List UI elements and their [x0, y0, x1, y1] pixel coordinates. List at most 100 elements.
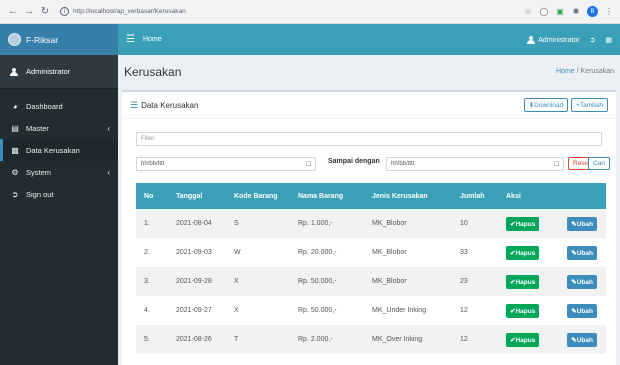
sidebar-item-sign-out[interactable]: ➲ Sign out	[0, 183, 118, 205]
cell-nama: Rp. 50.000,-	[290, 296, 364, 325]
cell-aksi: ✔Hapus ✎Ubah	[498, 267, 606, 296]
cell-nama: Rp. 20.000,-	[290, 238, 364, 267]
tambah-button[interactable]: + Tambah	[571, 98, 608, 112]
cell-kode: X	[226, 267, 290, 296]
cell-no: 2.	[136, 238, 168, 267]
date-to-input[interactable]: hh/bb/tttt □	[386, 157, 564, 171]
ubah-button[interactable]: ✎Ubah	[567, 332, 597, 347]
info-icon[interactable]: i	[60, 7, 69, 16]
column-header[interactable]: Jumlah	[452, 183, 498, 209]
reload-icon[interactable]: ↻	[38, 5, 52, 19]
hapus-button[interactable]: ✔Hapus	[506, 245, 540, 260]
hapus-label: Hapus	[515, 307, 536, 315]
sidebar-item-data-kerusakan[interactable]: ▩ Data Kerusakan	[0, 139, 118, 161]
column-header[interactable]: No	[136, 183, 168, 209]
ubah-button[interactable]: ✎Ubah	[567, 245, 597, 260]
hapus-button[interactable]: ✔Hapus	[506, 332, 540, 347]
list-icon: ☰	[130, 99, 139, 110]
date-from-placeholder: hh/bb/tttt	[141, 161, 165, 167]
box-header: ☰ Data Kerusakan ⬇ Download + Tambah	[122, 92, 616, 119]
cell-no: 1.	[136, 209, 168, 238]
star-icon[interactable]: ☆	[523, 7, 533, 17]
ubah-button[interactable]: ✎Ubah	[567, 303, 597, 318]
ubah-label: Ubah	[576, 249, 593, 257]
calendar-icon[interactable]: □	[307, 161, 311, 168]
kerusakan-table: No Tanggal Kode Barang Nama Barang Jenis…	[136, 183, 606, 354]
calendar-icon[interactable]: □	[555, 161, 559, 168]
hapus-label: Hapus	[515, 249, 536, 257]
tambah-label: Tambah	[579, 101, 603, 109]
date-to-placeholder: hh/bb/tttt	[391, 161, 415, 167]
cogs-icon: ⚙	[11, 167, 19, 177]
box-title-text: Data Kerusakan	[141, 100, 199, 110]
cell-kode: S	[226, 209, 290, 238]
puzzle-icon[interactable]: ✱	[571, 7, 581, 17]
menu-dots-icon[interactable]: ⋮	[604, 7, 614, 17]
ubah-button[interactable]: ✎Ubah	[567, 216, 597, 231]
extension-icon[interactable]: ◯	[539, 7, 549, 17]
filter-input[interactable]: Filter	[136, 132, 602, 146]
table-row: 1. 2021-08-04 S Rp. 1.000,- MK_Blobor 10…	[136, 209, 606, 238]
cell-tanggal: 2021-08-04	[168, 209, 226, 238]
sign-out-top-icon[interactable]: ➲	[590, 36, 596, 44]
profile-avatar-icon[interactable]: B	[587, 6, 598, 17]
forward-icon[interactable]: →	[22, 5, 36, 19]
hapus-button[interactable]: ✔Hapus	[506, 274, 540, 289]
date-from-input[interactable]: hh/bb/tttt □	[136, 157, 316, 171]
cari-button[interactable]: Cari	[588, 157, 610, 170]
sidebar-item-system[interactable]: ⚙ System ‹	[0, 161, 118, 183]
back-icon[interactable]: ←	[6, 5, 20, 19]
table-row: 3. 2021-09-28 X Rp. 50.000,- MK_Blobor 2…	[136, 267, 606, 296]
hamburger-menu-icon[interactable]: ☰	[126, 34, 135, 45]
hapus-label: Hapus	[515, 278, 536, 286]
cell-no: 5.	[136, 325, 168, 354]
cell-tanggal: 2021-09-03	[168, 238, 226, 267]
column-header: Aksi	[498, 183, 606, 209]
download-label: Download	[534, 101, 564, 109]
url-text: http://localhost/ap_verbasar/Kerusakan	[73, 8, 186, 15]
cell-jumlah: 10	[452, 209, 498, 238]
top-home-link[interactable]: Home	[143, 36, 162, 43]
sidebar-item-dashboard[interactable]: ◕ Dashboard	[0, 95, 118, 117]
grid-icon[interactable]: ▦	[605, 36, 612, 44]
ubah-button[interactable]: ✎Ubah	[567, 274, 597, 289]
cell-tanggal: 2021-08-26	[168, 325, 226, 354]
column-header[interactable]: Jenis Kerusakan	[364, 183, 452, 209]
cell-tanggal: 2021-09-27	[168, 296, 226, 325]
user-menu[interactable]: Administrator	[527, 35, 580, 44]
column-header[interactable]: Kode Barang	[226, 183, 290, 209]
sidebar: Administrator ◕ Dashboard ▤ Master ‹ ▩ D…	[0, 55, 118, 365]
cell-jumlah: 12	[452, 325, 498, 354]
database-icon: ▤	[11, 123, 19, 133]
sidebar-item-master[interactable]: ▤ Master ‹	[0, 117, 118, 139]
cell-aksi: ✔Hapus ✎Ubah	[498, 238, 606, 267]
cell-nama: Rp. 50.000,-	[290, 267, 364, 296]
chevron-left-icon: ‹	[107, 167, 110, 177]
address-bar[interactable]: i http://localhost/ap_verbasar/Kerusakan	[60, 4, 517, 20]
sidebar-item-label: Sign out	[26, 189, 54, 199]
car-icon: ▩	[11, 145, 19, 155]
brand-logo-area[interactable]: F-Riksar	[0, 24, 118, 55]
user-icon	[10, 67, 18, 76]
hapus-button[interactable]: ✔Hapus	[506, 303, 540, 318]
table-row: 2. 2021-09-03 W Rp. 20.000,- MK_Blobor 3…	[136, 238, 606, 267]
table-row: 4. 2021-09-27 X Rp. 50.000,- MK_Under In…	[136, 296, 606, 325]
download-button[interactable]: ⬇ Download	[523, 98, 569, 112]
breadcrumb-home-link[interactable]: Home	[556, 68, 575, 75]
breadcrumb-current: Kerusakan	[580, 68, 614, 75]
between-label: Sampai dengan	[328, 158, 380, 165]
cell-aksi: ✔Hapus ✎Ubah	[498, 325, 606, 354]
cell-jumlah: 12	[452, 296, 498, 325]
cell-jenis: MK_Blobor	[364, 267, 452, 296]
hapus-label: Hapus	[515, 336, 536, 344]
data-box: ☰ Data Kerusakan ⬇ Download + Tambah Fil…	[122, 90, 616, 365]
column-header[interactable]: Nama Barang	[290, 183, 364, 209]
hapus-button[interactable]: ✔Hapus	[506, 216, 540, 231]
column-header[interactable]: Tanggal	[168, 183, 226, 209]
ubah-label: Ubah	[576, 278, 593, 286]
cell-kode: X	[226, 296, 290, 325]
sheets-icon[interactable]: ▣	[555, 7, 565, 17]
cell-nama: Rp. 1.000,-	[290, 209, 364, 238]
chevron-left-icon: ‹	[107, 123, 110, 133]
cell-jenis: MK_Under Inking	[364, 296, 452, 325]
